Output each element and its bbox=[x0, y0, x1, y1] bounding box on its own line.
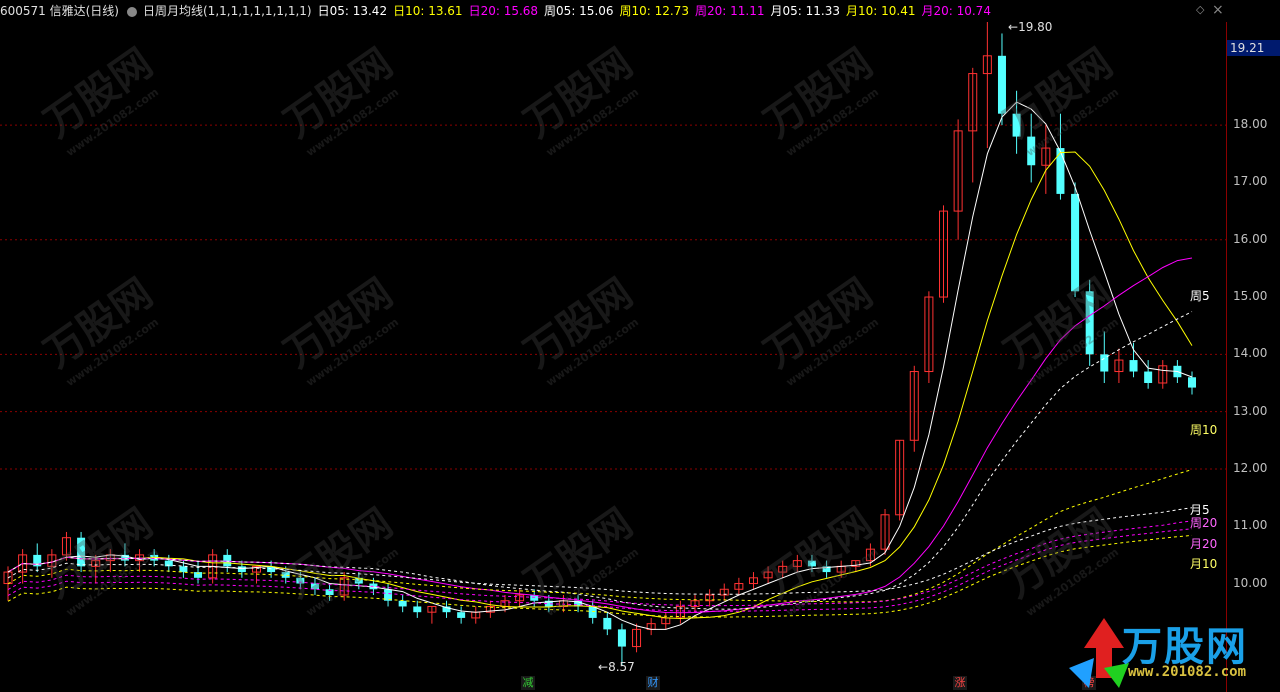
ma-end-label: 月10 bbox=[1190, 557, 1218, 571]
ma-value-2: 日20: 15.68 bbox=[468, 4, 539, 18]
logo-url: www.201082.com bbox=[1128, 664, 1247, 680]
ma-value-7: 月10: 10.41 bbox=[845, 4, 916, 18]
candle-body bbox=[398, 600, 407, 607]
event-marker[interactable]: 涨 bbox=[953, 676, 967, 690]
low-price-label: ←8.57 bbox=[598, 660, 635, 674]
ma-end-label: 周5 bbox=[1190, 289, 1210, 303]
candle-body bbox=[1027, 136, 1036, 166]
ma-line-week10 bbox=[7, 469, 1193, 603]
candle-body bbox=[1071, 193, 1080, 292]
ma-end-label: 周10 bbox=[1190, 423, 1218, 437]
event-marker[interactable]: 财 bbox=[646, 676, 660, 690]
price-chart[interactable] bbox=[0, 0, 1226, 692]
candle-body bbox=[603, 617, 612, 630]
ma-value-4: 周10: 12.73 bbox=[619, 4, 690, 18]
candle-body bbox=[413, 606, 422, 613]
stock-title: 600571 信雅达(日线) bbox=[0, 4, 119, 18]
gear-icon[interactable] bbox=[127, 6, 137, 17]
candle-body bbox=[179, 566, 188, 573]
tick-label: 12.00 bbox=[1233, 460, 1268, 475]
candle-body bbox=[237, 566, 246, 573]
tick-label: 15.00 bbox=[1233, 289, 1268, 304]
close-icon[interactable]: × bbox=[1212, 2, 1224, 18]
candle-body bbox=[588, 606, 597, 618]
indicator-name: 日周月均线(1,1,1,1,1,1,1,1,1) bbox=[143, 4, 312, 18]
diamond-icon[interactable]: ◇ bbox=[1196, 4, 1206, 15]
ma-value-5: 周20: 11.11 bbox=[695, 4, 765, 18]
candle-body bbox=[1188, 377, 1196, 388]
candle-body bbox=[1085, 291, 1094, 355]
tick-label: 16.00 bbox=[1233, 231, 1268, 246]
candle-body bbox=[997, 55, 1006, 114]
ma-line-day5 bbox=[7, 101, 1193, 630]
high-price-label: ←19.80 bbox=[1008, 20, 1053, 34]
tick-label: 13.00 bbox=[1233, 403, 1268, 418]
ma-line-week5 bbox=[7, 311, 1193, 610]
ma-line-month5 bbox=[7, 507, 1193, 595]
tick-label: 11.00 bbox=[1233, 518, 1268, 533]
candle-body bbox=[1012, 113, 1021, 137]
candle-body bbox=[457, 612, 466, 618]
chart-header: 600571 信雅达(日线) 日周月均线(1,1,1,1,1,1,1,1,1) 日0… bbox=[0, 0, 1230, 22]
ma-value-8: 月20: 10.74 bbox=[921, 4, 991, 18]
tick-label: 17.00 bbox=[1233, 174, 1268, 189]
ma-line-month10 bbox=[7, 534, 1193, 618]
candle-body bbox=[310, 583, 319, 590]
tick-label: 18.00 bbox=[1233, 117, 1268, 132]
candle-body bbox=[1056, 148, 1065, 194]
candle-body bbox=[1144, 371, 1153, 383]
tick-label: 10.00 bbox=[1233, 575, 1268, 590]
candle-body bbox=[807, 560, 816, 567]
candle-body bbox=[617, 629, 626, 647]
tick-label: 14.00 bbox=[1233, 346, 1268, 361]
ma-value-0: 日05: 13.42 bbox=[317, 4, 388, 18]
ma-line-day10 bbox=[7, 151, 1193, 620]
candle-body bbox=[223, 554, 232, 567]
ma-end-label: 周20 bbox=[1190, 516, 1218, 530]
ma-value-6: 月05: 11.33 bbox=[770, 4, 840, 18]
event-marker[interactable]: 减 bbox=[521, 676, 535, 690]
candle-body bbox=[77, 537, 86, 567]
ma-value-1: 日10: 13.61 bbox=[393, 4, 463, 18]
current-price-box: 19.21 bbox=[1227, 40, 1280, 56]
ma-end-label: 月20 bbox=[1190, 537, 1218, 551]
ma-value-3: 周05: 15.06 bbox=[544, 4, 614, 18]
candle-body bbox=[1129, 360, 1138, 372]
